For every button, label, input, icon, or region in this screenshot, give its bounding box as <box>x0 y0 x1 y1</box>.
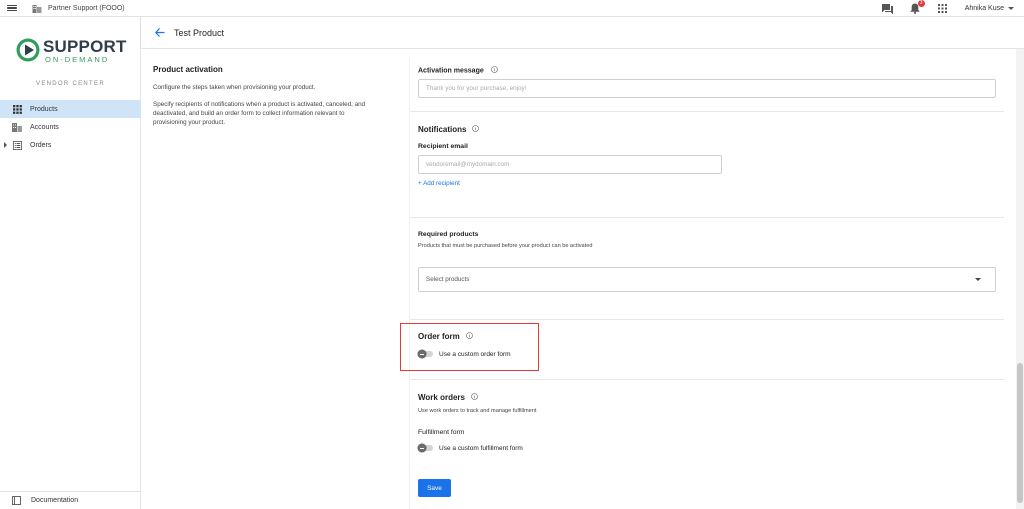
documentation-link[interactable]: Documentation <box>0 491 141 509</box>
activation-message-label: Activation message <box>418 67 484 75</box>
documentation-label: Documentation <box>31 497 79 504</box>
fulfillment-form-title: Fulfillment form <box>418 429 465 436</box>
logo-text: SUPPORT <box>43 37 127 56</box>
page-header: Test Product <box>141 17 1024 49</box>
sidebar-item-products[interactable]: Products <box>0 100 141 118</box>
sidebar-item-label: Orders <box>30 141 52 149</box>
divider <box>410 319 1004 320</box>
top-bar: Partner Support (FOOO) 3 Ahnika Kuse <box>0 0 1024 17</box>
menu-icon[interactable] <box>7 4 17 12</box>
sidebar-item-orders[interactable]: Orders <box>0 136 141 154</box>
notifications-title: Notifications <box>418 125 480 134</box>
work-orders-title: Work orders <box>418 393 478 402</box>
save-button[interactable]: Save <box>418 479 451 497</box>
custom-fulfillment-form-toggle[interactable]: Use a custom fulfillment form <box>418 444 523 452</box>
activation-message-title: Activation message <box>418 66 498 75</box>
order-form-title: Order form <box>418 332 473 341</box>
back-arrow-icon[interactable] <box>155 28 165 38</box>
toggle-switch[interactable] <box>418 350 433 358</box>
play-logo-icon <box>16 38 40 62</box>
recipient-email-input[interactable]: vendoremail@mydomain.com <box>418 155 722 174</box>
activation-message-input[interactable]: Thank you for your purchase, enjoy! <box>418 79 996 98</box>
book-icon <box>12 496 22 506</box>
add-recipient-link[interactable]: + Add recipient <box>418 180 460 187</box>
building-icon <box>12 122 22 132</box>
divider <box>410 379 1004 380</box>
main-content: Product activation Configure the steps t… <box>141 49 1016 509</box>
info-icon[interactable] <box>472 125 480 134</box>
list-icon <box>12 140 22 150</box>
toggle-switch[interactable] <box>418 444 433 452</box>
chevron-down-icon <box>975 278 981 281</box>
sidebar-nav: Products Accounts Orders <box>0 100 141 154</box>
sidebar-item-label: Products <box>30 105 58 113</box>
apps-grid-icon[interactable] <box>938 4 948 14</box>
support-on-demand-logo[interactable]: SUPPORT ON-DEMAND <box>16 37 126 77</box>
required-products-title: Required products <box>418 231 479 238</box>
sidebar-item-label: Accounts <box>30 123 59 131</box>
custom-order-form-toggle[interactable]: Use a custom order form <box>418 350 511 358</box>
notifications-bell-icon[interactable]: 3 <box>909 0 925 15</box>
activation-message-placeholder: Thank you for your purchase, enjoy! <box>426 85 527 92</box>
select-products-placeholder: Select products <box>426 276 470 283</box>
section-description: Product activation Configure the steps t… <box>153 65 383 127</box>
work-orders-description: Use work orders to track and manage fulf… <box>418 408 537 414</box>
section-title: Product activation <box>153 65 223 74</box>
notification-count-badge: 3 <box>917 0 925 7</box>
scrollbar-thumb[interactable] <box>1017 363 1023 503</box>
chat-icon[interactable] <box>882 3 894 15</box>
page-title: Test Product <box>174 27 225 38</box>
scrollbar[interactable] <box>1016 49 1024 509</box>
chevron-down-icon[interactable] <box>1008 7 1014 10</box>
user-menu-name[interactable]: Ahnika Kuse <box>965 5 1004 12</box>
organization-name[interactable]: Partner Support (FOOO) <box>48 5 125 12</box>
recipient-email-placeholder: vendoremail@mydomain.com <box>426 161 510 168</box>
info-icon[interactable] <box>471 393 478 402</box>
recipient-email-label: Recipient email <box>418 143 468 150</box>
custom-fulfillment-form-label: Use a custom fulfillment form <box>439 444 523 452</box>
section-label: VENDOR CENTER <box>36 81 105 87</box>
info-icon[interactable] <box>465 332 473 341</box>
select-products-dropdown[interactable]: Select products <box>418 267 996 292</box>
sidebar: SUPPORT ON-DEMAND VENDOR CENTER Products… <box>0 17 141 509</box>
custom-order-form-label: Use a custom order form <box>439 350 511 358</box>
organization-icon <box>32 3 42 13</box>
logo-subtext: ON-DEMAND <box>45 55 110 64</box>
activation-settings-panel: Activation message Thank you for your pu… <box>409 57 1004 509</box>
info-icon[interactable] <box>490 66 498 75</box>
required-products-description: Products that must be purchased before y… <box>418 243 593 249</box>
notifications-label: Notifications <box>418 125 467 134</box>
divider <box>410 217 1004 218</box>
section-details: Specify recipients of notifications when… <box>153 101 366 126</box>
section-summary: Configure the steps taken when provision… <box>153 84 316 91</box>
sidebar-item-accounts[interactable]: Accounts <box>0 118 141 136</box>
expand-arrow-icon[interactable] <box>4 142 7 148</box>
grid-icon <box>12 104 22 114</box>
order-form-label: Order form <box>418 332 460 341</box>
divider <box>410 111 1004 112</box>
work-orders-label: Work orders <box>418 393 465 402</box>
